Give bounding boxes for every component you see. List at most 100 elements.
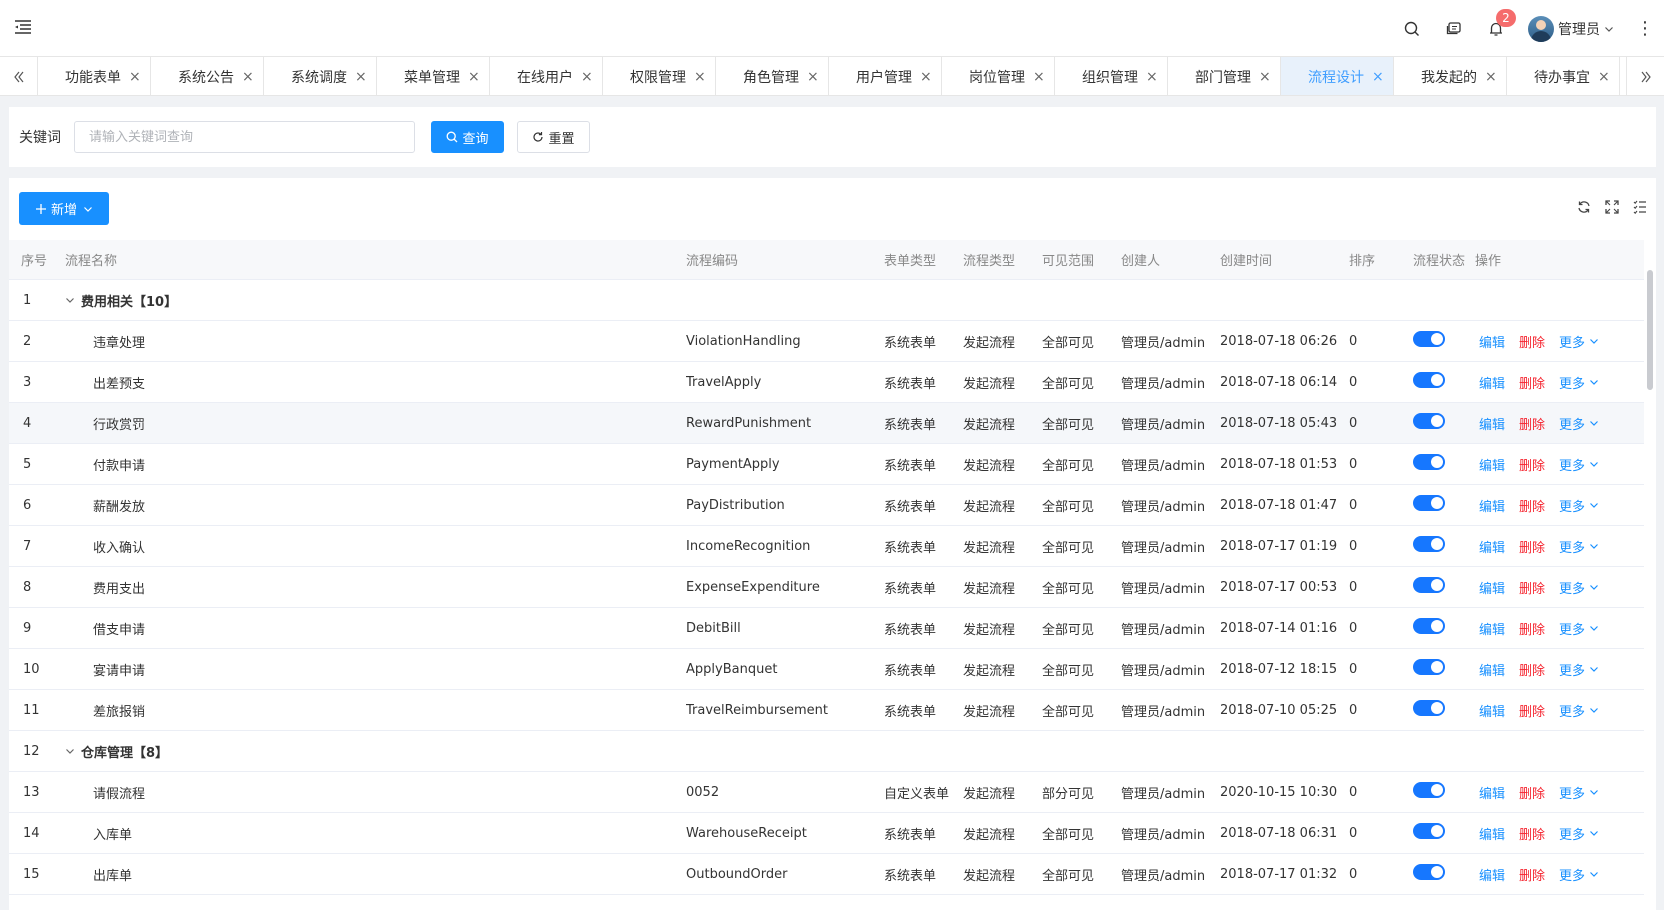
close-icon[interactable]: ×	[920, 69, 932, 85]
delete-link[interactable]: 删除	[1519, 537, 1545, 556]
tab-item[interactable]: 流程设计 ×	[1281, 57, 1394, 95]
tab-item[interactable]: 功能表单 ×	[38, 57, 151, 95]
close-icon[interactable]: ×	[807, 69, 819, 85]
bell-icon[interactable]: 2	[1486, 8, 1516, 39]
status-toggle[interactable]	[1413, 864, 1445, 880]
delete-link[interactable]: 删除	[1519, 660, 1545, 679]
more-dropdown[interactable]: 更多	[1559, 455, 1599, 474]
tab-item[interactable]: 我发起的 ×	[1394, 57, 1507, 95]
close-icon[interactable]: ×	[129, 69, 141, 85]
message-icon[interactable]	[1444, 19, 1464, 39]
chevron-down-icon[interactable]	[65, 746, 75, 756]
close-icon[interactable]: ×	[242, 69, 254, 85]
table-row[interactable]: 13 请假流程 0052 自定义表单 发起流程 部分可见 管理员/admin 2020-10-…	[9, 772, 1644, 813]
table-row[interactable]: 3 出差预支 TravelApply 系统表单 发起流程 全部可见 管理员/admin 201…	[9, 362, 1644, 403]
delete-link[interactable]: 删除	[1519, 414, 1545, 433]
search-icon[interactable]	[1402, 19, 1422, 39]
tab-scroll-right-icon[interactable]	[1626, 57, 1664, 96]
delete-link[interactable]: 删除	[1519, 865, 1545, 884]
menu-collapse-icon[interactable]	[14, 18, 34, 38]
more-dropdown[interactable]: 更多	[1559, 660, 1599, 679]
tab-item[interactable]: 部门管理 ×	[1168, 57, 1281, 95]
close-icon[interactable]: ×	[581, 69, 593, 85]
status-toggle[interactable]	[1413, 413, 1445, 429]
more-dropdown[interactable]: 更多	[1559, 496, 1599, 515]
table-row[interactable]: 8 费用支出 ExpenseExpenditure 系统表单 发起流程 全部可见 管理员/a…	[9, 567, 1644, 608]
table-row[interactable]: 7 收入确认 IncomeRecognition 系统表单 发起流程 全部可见 管理员/ad…	[9, 526, 1644, 567]
more-dropdown[interactable]: 更多	[1559, 332, 1599, 351]
delete-link[interactable]: 删除	[1519, 783, 1545, 802]
edit-link[interactable]: 编辑	[1479, 496, 1505, 515]
refresh-icon[interactable]	[1570, 200, 1598, 214]
status-toggle[interactable]	[1413, 372, 1445, 388]
tab-item[interactable]: 角色管理 ×	[716, 57, 829, 95]
status-toggle[interactable]	[1413, 536, 1445, 552]
group-name-cell[interactable]: 仓库管理【8】	[59, 742, 686, 761]
status-toggle[interactable]	[1413, 659, 1445, 675]
tab-item[interactable]: 权限管理 ×	[603, 57, 716, 95]
table-row[interactable]: 10 宴请申请 ApplyBanquet 系统表单 发起流程 全部可见 管理员/admin 2…	[9, 649, 1644, 690]
delete-link[interactable]: 删除	[1519, 332, 1545, 351]
delete-link[interactable]: 删除	[1519, 373, 1545, 392]
edit-link[interactable]: 编辑	[1479, 537, 1505, 556]
tab-scroll-left-icon[interactable]	[0, 57, 38, 96]
close-icon[interactable]: ×	[355, 69, 367, 85]
more-dropdown[interactable]: 更多	[1559, 578, 1599, 597]
edit-link[interactable]: 编辑	[1479, 373, 1505, 392]
edit-link[interactable]: 编辑	[1479, 414, 1505, 433]
more-dropdown[interactable]: 更多	[1559, 619, 1599, 638]
edit-link[interactable]: 编辑	[1479, 455, 1505, 474]
table-row[interactable]: 15 出库单 OutboundOrder 系统表单 发起流程 全部可见 管理员/admin 2…	[9, 854, 1644, 895]
table-group-row[interactable]: 1 费用相关【10】	[9, 280, 1644, 321]
group-name-cell[interactable]: 费用相关【10】	[59, 291, 686, 310]
close-icon[interactable]: ×	[694, 69, 706, 85]
tab-item[interactable]: 岗位管理 ×	[942, 57, 1055, 95]
table-row[interactable]: 14 入库单 WarehouseReceipt 系统表单 发起流程 全部可见 管理员/adm…	[9, 813, 1644, 854]
table-group-row[interactable]: 12 仓库管理【8】	[9, 731, 1644, 772]
close-icon[interactable]: ×	[1259, 69, 1271, 85]
edit-link[interactable]: 编辑	[1479, 701, 1505, 720]
tab-item[interactable]: 待办事宜 ×	[1507, 57, 1620, 95]
status-toggle[interactable]	[1413, 782, 1445, 798]
edit-link[interactable]: 编辑	[1479, 865, 1505, 884]
more-dropdown[interactable]: 更多	[1559, 783, 1599, 802]
close-icon[interactable]: ×	[1598, 69, 1610, 85]
keyword-input[interactable]	[74, 121, 415, 153]
status-toggle[interactable]	[1413, 823, 1445, 839]
table-row[interactable]: 6 薪酬发放 PayDistribution 系统表单 发起流程 全部可见 管理员/admi…	[9, 485, 1644, 526]
status-toggle[interactable]	[1413, 331, 1445, 347]
more-dropdown[interactable]: 更多	[1559, 824, 1599, 843]
table-row[interactable]: 9 借支申请 DebitBill 系统表单 发起流程 全部可见 管理员/admin 2018-…	[9, 608, 1644, 649]
more-dropdown[interactable]: 更多	[1559, 414, 1599, 433]
delete-link[interactable]: 删除	[1519, 455, 1545, 474]
status-toggle[interactable]	[1413, 577, 1445, 593]
status-toggle[interactable]	[1413, 454, 1445, 470]
status-toggle[interactable]	[1413, 700, 1445, 716]
close-icon[interactable]: ×	[1146, 69, 1158, 85]
table-scrollbar[interactable]	[1647, 270, 1653, 390]
tab-item[interactable]: 用户管理 ×	[829, 57, 942, 95]
more-dropdown[interactable]: 更多	[1559, 701, 1599, 720]
more-vertical-icon[interactable]: ⋮	[1636, 19, 1654, 38]
edit-link[interactable]: 编辑	[1479, 824, 1505, 843]
status-toggle[interactable]	[1413, 495, 1445, 511]
tab-item[interactable]: 系统调度 ×	[264, 57, 377, 95]
status-toggle[interactable]	[1413, 618, 1445, 634]
edit-link[interactable]: 编辑	[1479, 619, 1505, 638]
query-button[interactable]: 查询	[431, 121, 504, 153]
edit-link[interactable]: 编辑	[1479, 578, 1505, 597]
close-icon[interactable]: ×	[1485, 69, 1497, 85]
close-icon[interactable]: ×	[468, 69, 480, 85]
more-dropdown[interactable]: 更多	[1559, 537, 1599, 556]
delete-link[interactable]: 删除	[1519, 619, 1545, 638]
add-button[interactable]: 新增	[19, 192, 109, 225]
more-dropdown[interactable]: 更多	[1559, 373, 1599, 392]
close-icon[interactable]: ×	[1372, 69, 1384, 85]
more-dropdown[interactable]: 更多	[1559, 865, 1599, 884]
delete-link[interactable]: 删除	[1519, 824, 1545, 843]
table-row[interactable]: 4 行政赏罚 RewardPunishment 系统表单 发起流程 全部可见 管理员/adm…	[9, 403, 1644, 444]
tab-item[interactable]: 菜单管理 ×	[377, 57, 490, 95]
tab-item[interactable]: 组织管理 ×	[1055, 57, 1168, 95]
delete-link[interactable]: 删除	[1519, 701, 1545, 720]
table-row[interactable]: 11 差旅报销 TravelReimbursement 系统表单 发起流程 全部可见 管理员…	[9, 690, 1644, 731]
